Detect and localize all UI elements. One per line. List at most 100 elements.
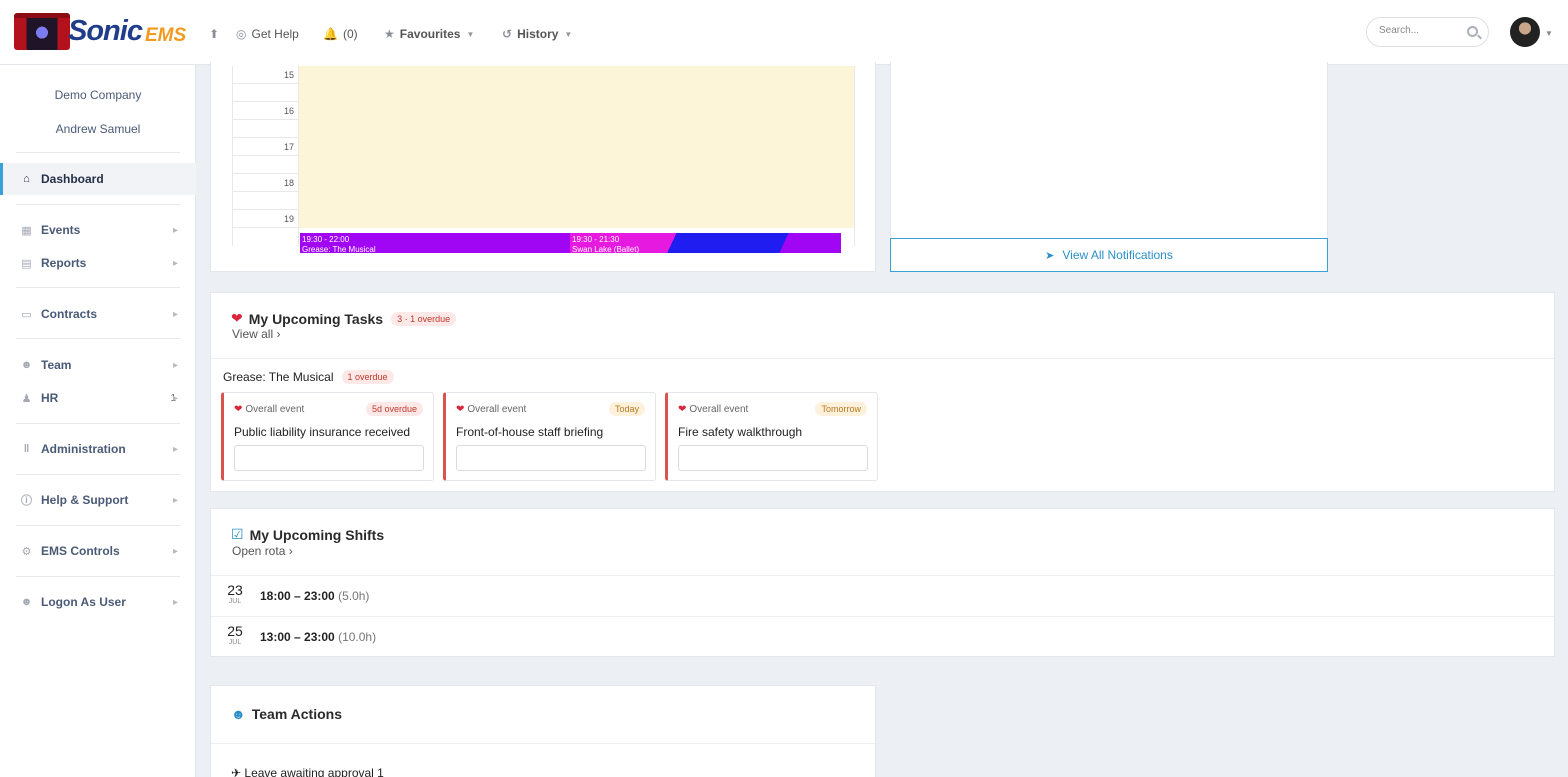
help-icon: ⓘ (21, 495, 32, 507)
panel-title: ☻ Team Actions (231, 706, 342, 722)
sidebar-item-contracts[interactable]: ▭ Contracts ▸ (0, 298, 196, 330)
calendar-slot[interactable] (299, 174, 855, 192)
caret-down-icon: ▼ (466, 29, 475, 39)
scroll-up-button[interactable]: ⬆ (209, 24, 224, 44)
sidebar-item-label: Team (41, 358, 72, 372)
sidebar-item-reports[interactable]: ▤ Reports ▸ (0, 247, 196, 279)
sidebar-item-logon-as-user[interactable]: ☻ Logon As User ▸ (0, 586, 196, 618)
chevron-right-icon: ▸ (172, 359, 178, 371)
view-all-tasks-link[interactable]: View all › (232, 327, 280, 341)
calendar-slot[interactable] (299, 156, 855, 174)
sidebar-item-events[interactable]: ▦ Events ▸ (0, 214, 196, 246)
task-card[interactable]: ❤ Overall event Tomorrow Fire safety walk… (665, 392, 878, 481)
calendar-slot[interactable] (299, 84, 855, 102)
leave-awaiting-approval-link[interactable]: ✈ Leave awaiting approval 1 (231, 766, 384, 777)
sidebar-item-hr[interactable]: ♟ HR 1 ▸ (0, 382, 196, 414)
plane-icon: ✈ (231, 766, 242, 777)
sidebar-item-team[interactable]: ☻ Team ▸ (0, 349, 196, 381)
chevron-right-icon: ▸ (172, 545, 178, 557)
task-card[interactable]: ❤ Overall event 5d overdue Public liabili… (221, 392, 434, 481)
shift-date: 23 JUL (225, 582, 245, 605)
user-switch-icon: ☻ (20, 596, 33, 608)
calendar-row (232, 84, 855, 102)
calendar-slot[interactable] (299, 66, 855, 84)
task-name: Fire safety walkthrough (678, 425, 803, 439)
divider (16, 204, 180, 205)
open-rota-link[interactable]: Open rota › (232, 544, 293, 558)
user-name[interactable]: Andrew Samuel (0, 122, 196, 136)
leave-awaiting-label: Leave awaiting approval 1 (244, 766, 384, 777)
table-icon: ▦ (21, 224, 32, 237)
company-name[interactable]: Demo Company (0, 88, 196, 102)
task-due-badge: Today (608, 402, 645, 416)
calendar-slot[interactable] (299, 192, 855, 210)
calendar-slot[interactable] (299, 210, 855, 228)
view-all-notifications-button[interactable]: ➤ View All Notifications (890, 238, 1328, 272)
top-bar: Sonic EMS ⬆ ◎ Get Help 🔔 (0) ★ Favourite… (0, 0, 1568, 65)
shift-time-range: 13:00 – 23:00 (260, 630, 335, 644)
divider (16, 423, 180, 424)
history-icon: ↺ (502, 27, 513, 41)
hour-label-blank (232, 120, 299, 138)
shift-month: JUL (228, 598, 242, 605)
divider (16, 152, 180, 153)
sidebar: Demo Company Andrew Samuel ⌂ Dashboard ▦… (0, 65, 196, 777)
shift-day: 25 (227, 623, 243, 639)
calendar-slot[interactable] (299, 102, 855, 120)
sidebar-item-administration[interactable]: ‖ Administration ▸ (0, 433, 196, 465)
task-note-input[interactable] (234, 445, 424, 471)
calendar-row (232, 120, 855, 138)
calendar-row: 19 (232, 210, 855, 228)
sidebar-item-help-support[interactable]: ⓘ Help & Support ▸ (0, 484, 196, 516)
search-icon[interactable] (1467, 26, 1478, 37)
divider (16, 338, 180, 339)
task-note-input[interactable] (678, 445, 868, 471)
user-avatar[interactable] (1510, 17, 1540, 47)
favourites-dropdown[interactable]: ★ Favourites ▼ (384, 24, 474, 44)
sidebar-item-label: Events (41, 223, 81, 237)
shift-row[interactable]: 23 JUL 18:00 – 23:00 (5.0h) (211, 575, 1554, 616)
hour-label-blank (232, 84, 299, 102)
get-help-link[interactable]: ◎ Get Help (236, 24, 299, 44)
calendar-row: 15 (232, 66, 855, 84)
task-note-input[interactable] (456, 445, 646, 471)
get-help-label: Get Help (251, 27, 299, 41)
open-rota-label: Open rota (232, 544, 286, 558)
heart-icon: ❤ (456, 404, 465, 415)
bell-icon: 🔔 (323, 27, 338, 41)
calendar-row: 18 (232, 174, 855, 192)
user-icon: ☻ (20, 359, 33, 371)
task-name: Front-of-house staff briefing (456, 425, 604, 439)
search-input[interactable] (1379, 25, 1464, 36)
caret-down-icon[interactable]: ▼ (1545, 29, 1553, 38)
sidebar-item-ems-controls[interactable]: ⚙ EMS Controls ▸ (0, 535, 196, 567)
arrow-up-icon: ⬆ (209, 27, 220, 41)
task-name: Public liability insurance received (234, 425, 411, 439)
sidebar-item-label: Help & Support (41, 493, 129, 507)
sonic-ems-logo[interactable]: Sonic EMS (14, 13, 186, 53)
view-all-notifications-label: View All Notifications (1062, 248, 1173, 262)
sidebar-item-label: EMS Controls (41, 544, 120, 558)
calendar-row: 17 (232, 138, 855, 156)
calendar-event[interactable]: 19:30 - 22:00 Grease: The Musical (300, 233, 570, 253)
chevron-right-icon: ▸ (172, 443, 178, 455)
sidebar-item-label: Dashboard (41, 172, 104, 186)
day-calendar: 15 16 17 18 19 19:30 - 22:00 Grease: The… (232, 66, 855, 253)
view-all-label: View all (232, 327, 274, 341)
calendar-check-icon: ☑ (231, 526, 244, 542)
task-group-badge: 1 overdue (341, 370, 394, 384)
task-scope-label: Overall event (467, 404, 527, 415)
history-dropdown[interactable]: ↺ History ▼ (502, 24, 572, 44)
calendar-slot[interactable] (299, 138, 855, 156)
sidebar-item-dashboard[interactable]: ⌂ Dashboard (0, 163, 196, 195)
task-card[interactable]: ❤ Overall event Today Front-of-house staf… (443, 392, 656, 481)
calendar-slot[interactable] (299, 120, 855, 138)
divider (16, 287, 180, 288)
calendar-event[interactable]: 19:30 - 21:30 Swan Lake (Ballet) (570, 233, 841, 253)
shift-hours: (10.0h) (338, 630, 377, 644)
shift-row[interactable]: 25 JUL 13:00 – 23:00 (10.0h) (211, 616, 1554, 657)
shifts-title: My Upcoming Shifts (249, 526, 385, 543)
shift-month: JUL (228, 639, 242, 646)
hour-label-blank (232, 228, 299, 246)
notifications-button[interactable]: 🔔 (0) (323, 24, 358, 44)
